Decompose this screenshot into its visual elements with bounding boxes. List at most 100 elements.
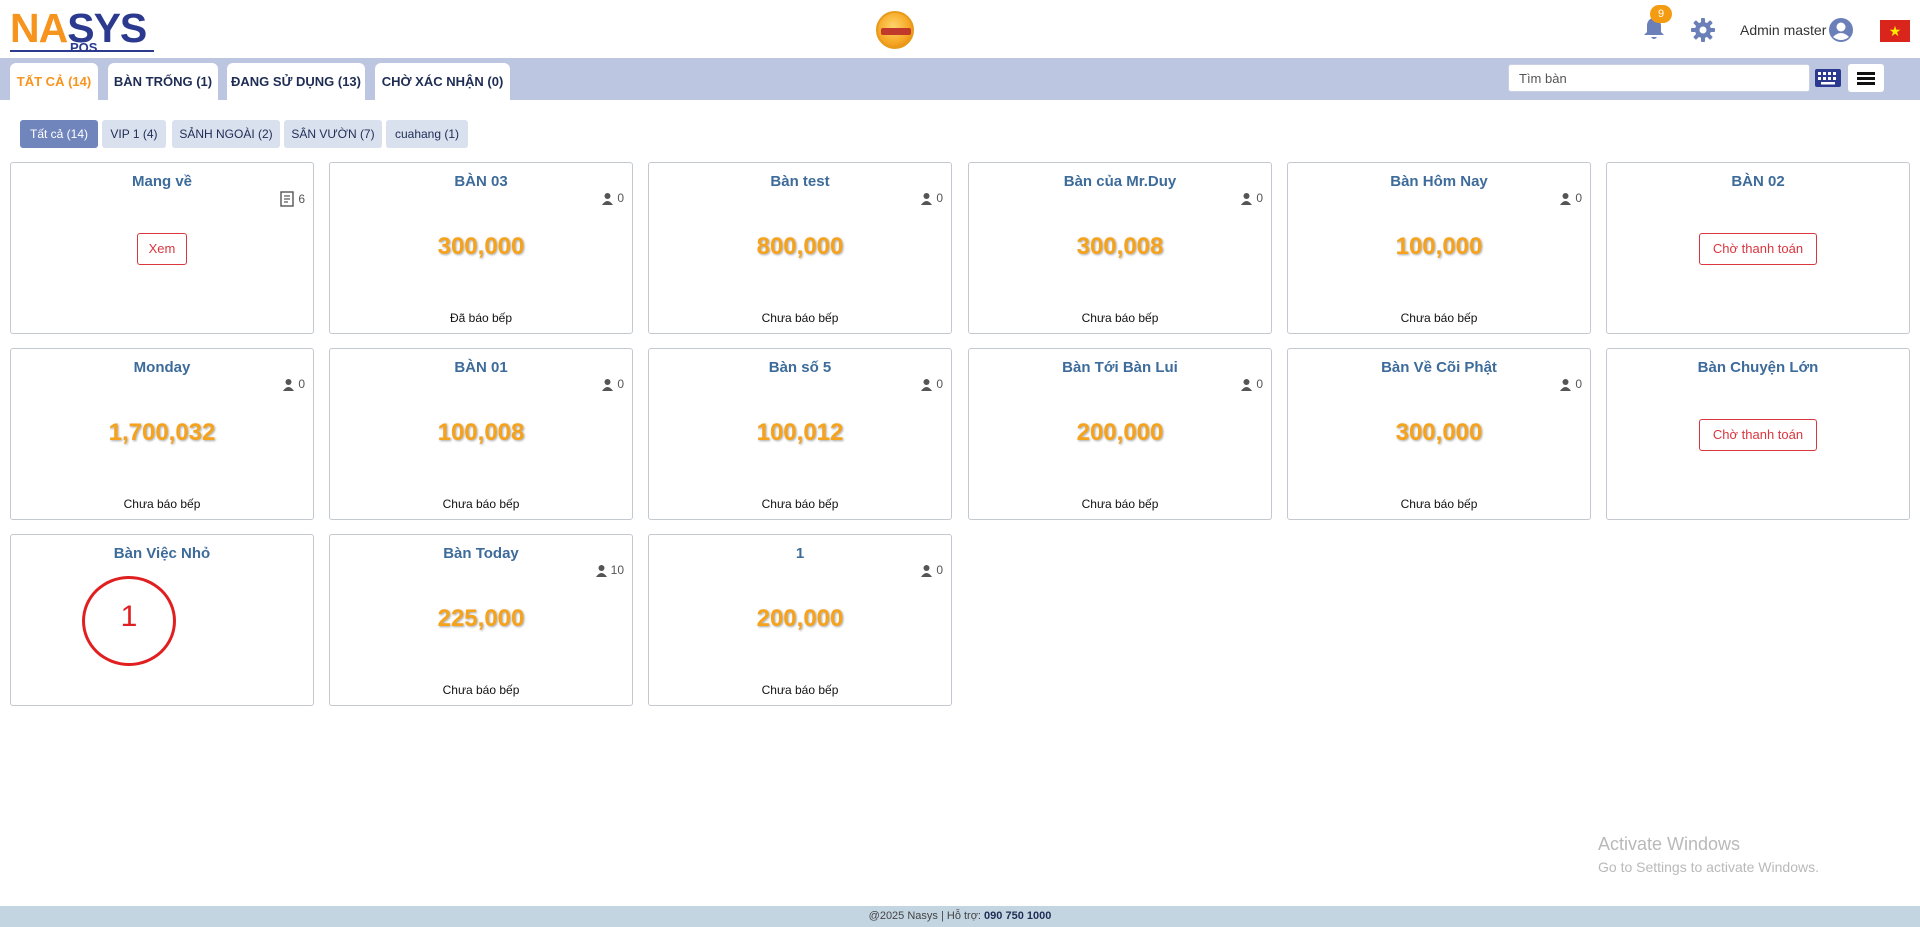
tab-all[interactable]: TẤT CẢ (14) [10, 63, 98, 100]
zone-sanh-ngoai[interactable]: SẢNH NGOÀI (2) [172, 120, 280, 148]
zone-vip1[interactable]: VIP 1 (4) [102, 120, 166, 148]
windows-watermark-subtitle: Go to Settings to activate Windows. [1598, 859, 1819, 875]
user-name[interactable]: Admin master [1740, 22, 1826, 38]
person-icon [921, 378, 933, 391]
footer-phone[interactable]: 090 750 1000 [984, 910, 1051, 922]
footer-text: @2025 Nasys | Hỗ trợ: [868, 910, 985, 922]
tab-empty[interactable]: BÀN TRỐNG (1) [108, 63, 218, 100]
table-amount: 100,012 [756, 419, 844, 446]
guest-count-value: 0 [936, 191, 943, 205]
table-card[interactable]: BÀN 03 0 300,000 Đã báo bếp [329, 162, 633, 334]
kitchen-status: Chưa báo bếp [442, 683, 520, 697]
table-amount: 200,000 [756, 605, 844, 632]
gear-icon[interactable] [1690, 17, 1716, 43]
logo-sub: POS [70, 40, 98, 55]
table-card[interactable]: Bàn Today 10 225,000 Chưa báo bếp [329, 534, 633, 706]
table-name: Bàn Today [443, 545, 519, 562]
guest-count-value: 0 [936, 563, 943, 577]
table-card[interactable]: Bàn Về Cõi Phật 0 300,000 Chưa báo bếp [1287, 348, 1591, 520]
guest-count: 0 [601, 191, 624, 205]
table-name: Bàn Chuyện Lớn [1697, 359, 1819, 376]
guest-count-value: 0 [298, 377, 305, 391]
restaurant-logo [876, 11, 914, 49]
hamburger-menu-icon[interactable] [1848, 64, 1884, 92]
guest-count: 0 [282, 377, 305, 391]
kitchen-status: Chưa báo bếp [761, 497, 839, 511]
awaiting-payment-button[interactable]: Chờ thanh toán [1699, 419, 1817, 451]
guest-count: 0 [1240, 377, 1263, 391]
zone-san-vuon[interactable]: SÂN VƯỜN (7) [284, 120, 382, 148]
order-count: 6 [279, 191, 305, 207]
table-card[interactable]: Bàn của Mr.Duy 0 300,008 Chưa báo bếp [968, 162, 1272, 334]
table-name: Mang về [131, 173, 192, 190]
person-icon [602, 378, 614, 391]
table-card[interactable]: Bàn Hôm Nay 0 100,000 Chưa báo bếp [1287, 162, 1591, 334]
notification-badge: 9 [1650, 5, 1672, 23]
table-amount: 200,000 [1076, 419, 1164, 446]
receipt-icon [280, 191, 295, 207]
guest-count: 0 [1559, 377, 1582, 391]
table-amount: 300,000 [1395, 419, 1483, 446]
awaiting-payment-button[interactable]: Chờ thanh toán [1699, 233, 1817, 265]
guest-count: 0 [920, 377, 943, 391]
person-icon [602, 192, 614, 205]
table-card-mang-ve[interactable]: Mang về 6 Xem [10, 162, 314, 334]
table-card[interactable]: Bàn Tới Bàn Lui 0 200,000 Chưa báo bếp [968, 348, 1272, 520]
person-icon [283, 378, 295, 391]
table-name: Bàn của Mr.Duy [1063, 173, 1177, 190]
table-card[interactable]: Monday 0 1,700,032 Chưa báo bếp [10, 348, 314, 520]
table-name: Bàn test [770, 173, 830, 190]
guest-count-value: 0 [1575, 377, 1582, 391]
guest-count-value: 10 [610, 563, 624, 577]
guest-count-value: 0 [617, 191, 624, 205]
windows-watermark-title: Activate Windows [1598, 834, 1741, 854]
table-name: Bàn Việc Nhỏ [113, 545, 211, 562]
table-card[interactable]: Bàn số 5 0 100,012 Chưa báo bếp [648, 348, 952, 520]
user-avatar-icon[interactable] [1828, 17, 1854, 43]
search-table-input[interactable] [1508, 64, 1810, 92]
guest-count-value: 0 [936, 377, 943, 391]
view-button[interactable]: Xem [137, 233, 187, 265]
tab-pending[interactable]: CHỜ XÁC NHẬN (0) [375, 63, 510, 100]
status-tab-bar: TẤT CẢ (14) BÀN TRỐNG (1) ĐANG SỬ DỤNG (… [0, 58, 1920, 100]
kitchen-status: Chưa báo bếp [761, 683, 839, 697]
keyboard-icon[interactable] [1814, 67, 1842, 89]
kitchen-status: Chưa báo bếp [1081, 497, 1159, 511]
restaurant-logo-band [881, 28, 911, 35]
table-card[interactable]: BÀN 01 0 100,008 Chưa báo bếp [329, 348, 633, 520]
table-name: Monday [133, 359, 191, 376]
guest-count-value: 0 [1575, 191, 1582, 205]
logo-part1: NA [10, 5, 68, 51]
table-card[interactable]: 1 0 200,000 Chưa báo bếp [648, 534, 952, 706]
guest-count: 0 [601, 377, 624, 391]
table-amount: 100,008 [437, 419, 525, 446]
table-amount: 100,000 [1395, 233, 1483, 260]
kitchen-status: Chưa báo bếp [1400, 311, 1478, 325]
kitchen-status: Chưa báo bếp [1081, 311, 1159, 325]
table-name: Bàn số 5 [768, 359, 832, 376]
guest-count: 0 [920, 563, 943, 577]
tab-in-use[interactable]: ĐANG SỬ DỤNG (13) [227, 63, 365, 100]
person-icon [595, 564, 607, 577]
page-footer: @2025 Nasys | Hỗ trợ: 090 750 1000 [0, 906, 1920, 927]
table-card[interactable]: BÀN 02 Chờ thanh toán [1606, 162, 1910, 334]
person-icon [1241, 192, 1253, 205]
table-amount: 300,000 [437, 233, 525, 260]
table-card[interactable]: Bàn test 0 800,000 Chưa báo bếp [648, 162, 952, 334]
nasys-logo[interactable]: NASYS POS [10, 5, 154, 55]
zone-cuahang[interactable]: cuahang (1) [386, 120, 468, 148]
table-amount: 300,008 [1076, 233, 1164, 260]
person-icon [921, 564, 933, 577]
table-amount: 1,700,032 [108, 419, 216, 446]
guest-count: 0 [1559, 191, 1582, 205]
kitchen-status: Chưa báo bếp [1400, 497, 1478, 511]
zone-all[interactable]: Tất cả (14) [20, 120, 98, 148]
table-name: BÀN 03 [454, 173, 508, 190]
annotation-number: 1 [120, 600, 138, 633]
vietnam-flag-icon[interactable]: ★ [1880, 20, 1910, 42]
table-name: Bàn Tới Bàn Lui [1062, 359, 1178, 376]
flag-star-icon: ★ [1888, 23, 1902, 39]
table-card[interactable]: Bàn Chuyện Lớn Chờ thanh toán [1606, 348, 1910, 520]
person-icon [1560, 378, 1572, 391]
order-count-value: 6 [298, 192, 305, 206]
